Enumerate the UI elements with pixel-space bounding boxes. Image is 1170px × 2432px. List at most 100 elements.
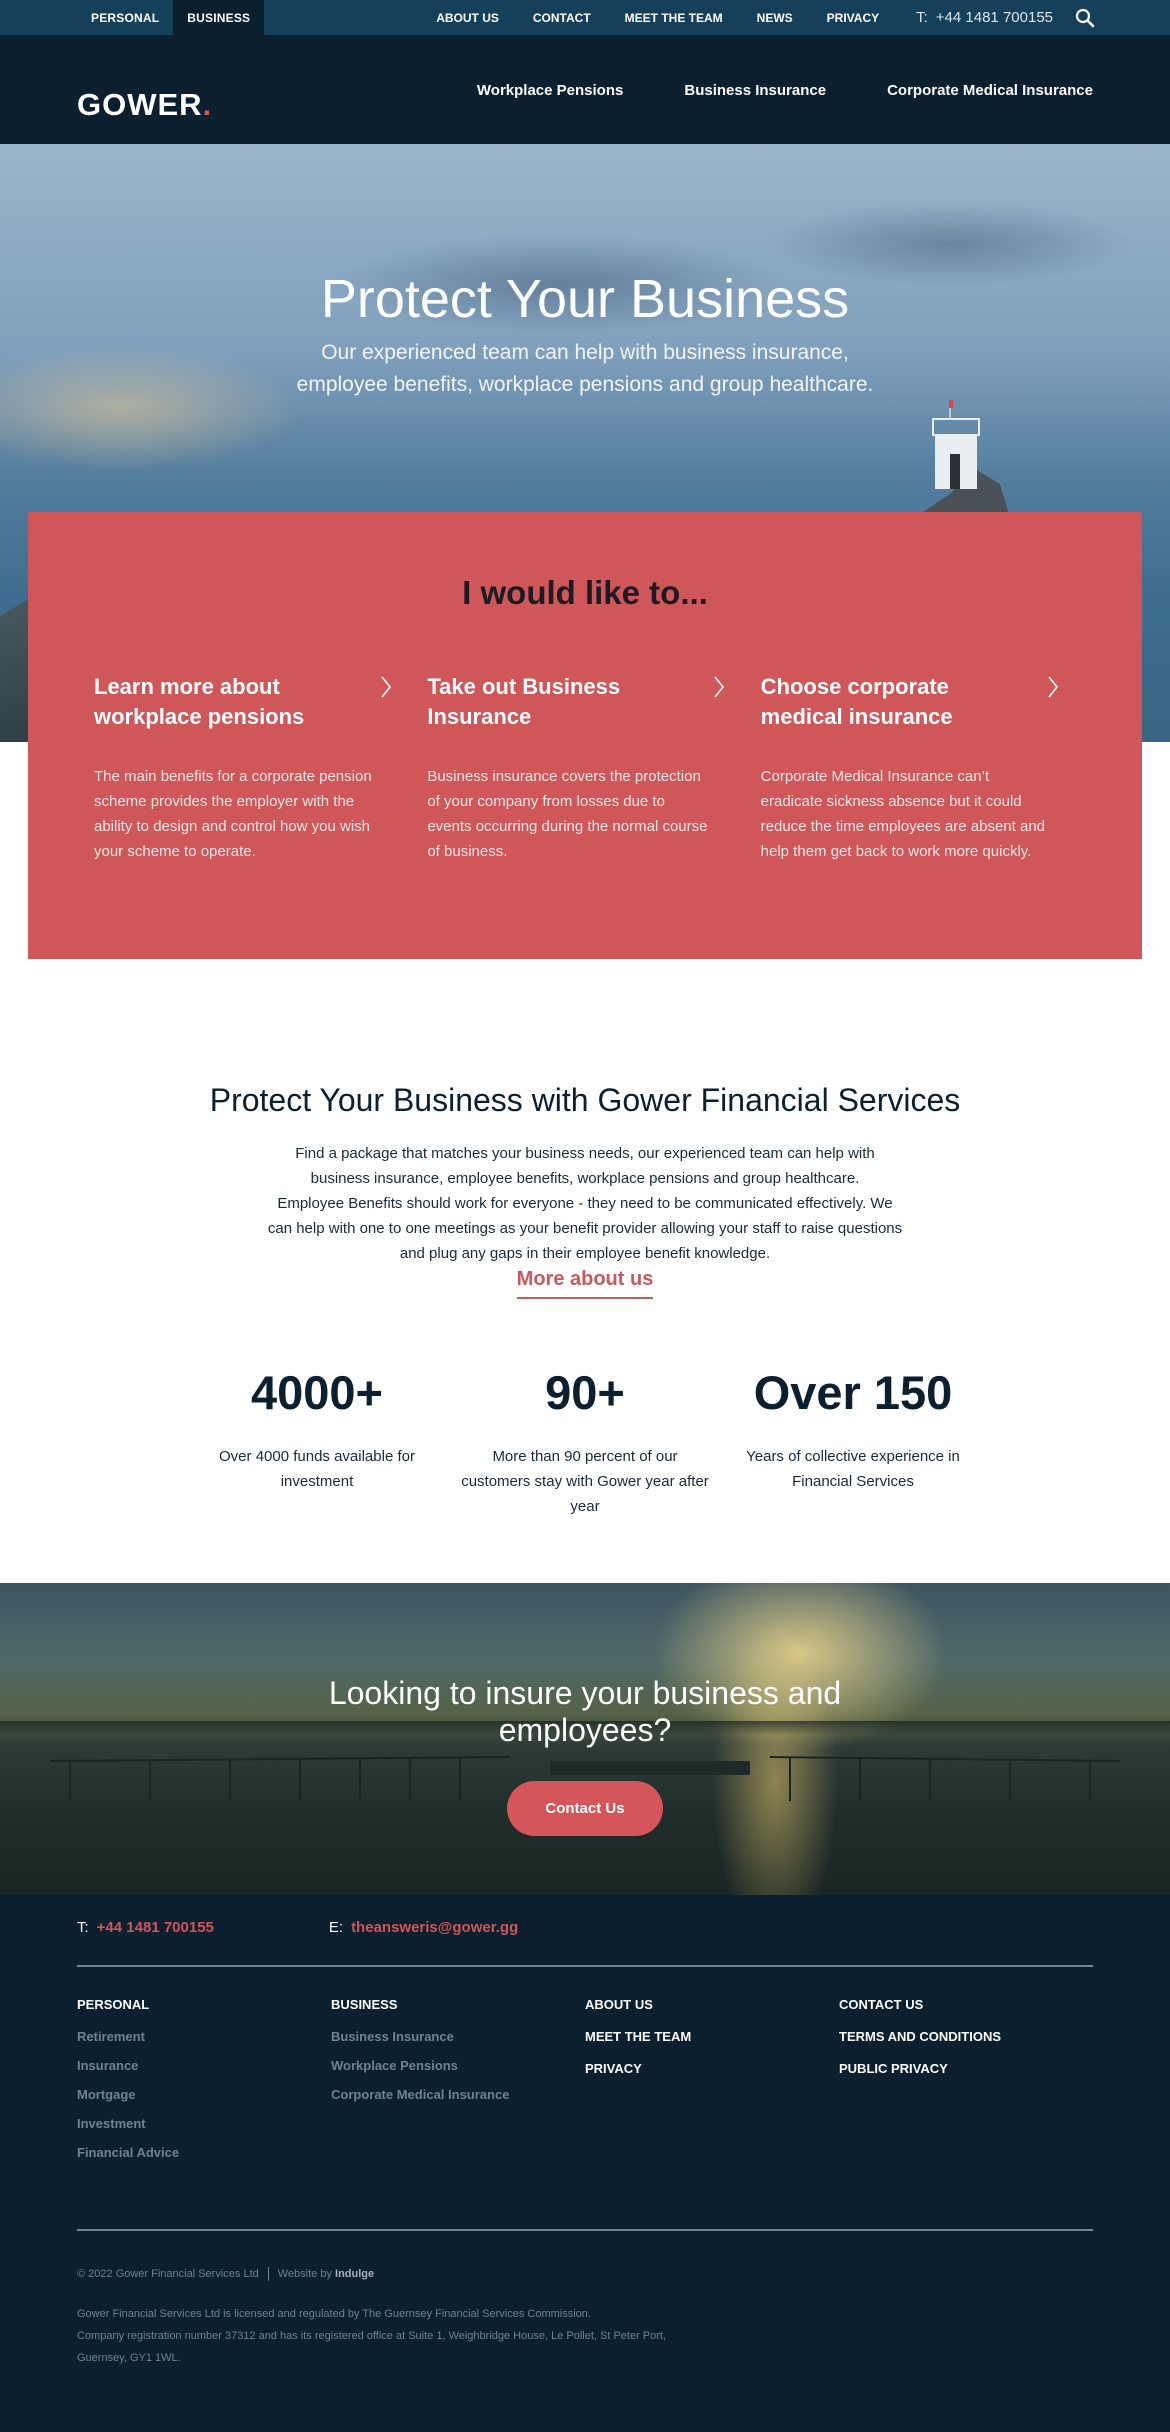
util-link-privacy[interactable]: PRIVACY: [827, 11, 879, 25]
footer-link-business-insurance[interactable]: Business Insurance: [331, 2029, 585, 2044]
footer-link-workplace-pensions[interactable]: Workplace Pensions: [331, 2058, 585, 2073]
legal-text: Gower Financial Services Ltd is licensed…: [77, 2303, 666, 2369]
footer-link-retirement[interactable]: Retirement: [77, 2029, 331, 2044]
more-about-us-link[interactable]: More about us: [516, 1268, 654, 1299]
footer-link-public-privacy[interactable]: PUBLIC PRIVACY: [839, 2061, 1093, 2076]
footer-link-meet-the-team[interactable]: MEET THE TEAM: [585, 2029, 839, 2044]
intro-heading: Protect Your Business with Gower Financi…: [209, 1082, 961, 1118]
footer-phone: T: +44 1481 700155: [77, 1919, 214, 1965]
cta-heading-line2: employees?: [498, 1712, 672, 1748]
footer-link-mortgage[interactable]: Mortgage: [77, 2087, 331, 2102]
footer-heading-business[interactable]: BUSINESS: [331, 1997, 585, 2012]
footer-phone-link[interactable]: +44 1481 700155: [97, 1919, 214, 1965]
logo-text: GOWER: [77, 87, 203, 122]
stats-row: 4000+ Over 4000 funds available for inve…: [0, 1369, 1170, 1583]
hero-content: Protect Your Business Our experienced te…: [0, 269, 1170, 401]
hero-subtitle: Our experienced team can help with busin…: [0, 337, 1170, 401]
chevron-right-icon: [714, 676, 725, 698]
footer-link-insurance[interactable]: Insurance: [77, 2058, 331, 2073]
nav-corporate-medical-insurance[interactable]: Corporate Medical Insurance: [887, 82, 1093, 99]
copyright-text: © 2022 Gower Financial Services Ltd: [77, 2268, 259, 2280]
option-card-workplace-pensions[interactable]: Learn more about workplace pensions The …: [94, 672, 427, 864]
panel-title: I would like to...: [462, 574, 708, 611]
util-link-contact[interactable]: CONTACT: [533, 11, 591, 25]
card-body: The main benefits for a corporate pensio…: [94, 768, 372, 860]
footer-link-about-us[interactable]: ABOUT US: [585, 1997, 839, 2012]
option-card-business-insurance[interactable]: Take out Business Insurance Business ins…: [427, 672, 760, 864]
intro-text: Find a package that matches your busines…: [265, 1141, 905, 1266]
intro-paragraph-2: Employee Benefits should work for everyo…: [267, 1195, 903, 1262]
footer-link-contact-us[interactable]: CONTACT US: [839, 1997, 1093, 2012]
cta-heading-line1: Looking to insure your business and: [328, 1675, 842, 1711]
option-card-corporate-medical[interactable]: Choose corporate medical insurance Corpo…: [761, 672, 1094, 864]
copyright-separator: [267, 2267, 269, 2281]
agency-name: Indulge: [335, 2268, 375, 2280]
card-body: Business insurance covers the protection…: [427, 768, 708, 860]
stat-value: 4000+: [250, 1366, 383, 1419]
hero-subtitle-line1: Our experienced team can help with busin…: [321, 341, 849, 365]
i-would-like-to-panel: I would like to... Learn more about work…: [28, 512, 1142, 959]
utility-bar: PERSONAL BUSINESS ABOUT US CONTACT MEET …: [0, 0, 1170, 35]
main-header: GOWER. Workplace Pensions Business Insur…: [0, 35, 1170, 144]
logo-dot: .: [202, 87, 213, 122]
footer-col-business: BUSINESS Business Insurance Workplace Pe…: [331, 1997, 585, 2174]
footer-link-terms[interactable]: TERMS AND CONDITIONS: [839, 2029, 1093, 2044]
stat-description: Years of collective experience in Financ…: [746, 1448, 960, 1490]
search-icon[interactable]: [1075, 8, 1095, 28]
chevron-right-icon: [381, 676, 392, 698]
footer-link-financial-advice[interactable]: Financial Advice: [77, 2145, 331, 2160]
util-link-meet-the-team[interactable]: MEET THE TEAM: [625, 11, 723, 25]
card-title: Choose corporate medical insurance: [760, 674, 953, 729]
card-title: Learn more about workplace pensions: [94, 674, 305, 729]
site-footer: T: +44 1481 700155 E: theansweris@gower.…: [0, 1895, 1170, 2432]
footer-col-contact: CONTACT US TERMS AND CONDITIONS PUBLIC P…: [839, 1997, 1093, 2174]
tab-personal[interactable]: PERSONAL: [77, 0, 173, 35]
stat-description: More than 90 percent of our customers st…: [461, 1448, 709, 1515]
card-body: Corporate Medical Insurance can’t eradic…: [760, 768, 1045, 860]
card-title: Take out Business Insurance: [427, 674, 621, 729]
footer-link-privacy[interactable]: PRIVACY: [585, 2061, 839, 2076]
phone-label: T:: [916, 9, 928, 26]
footer-email: E: theansweris@gower.gg: [329, 1919, 518, 1965]
contact-cta-banner: Looking to insure your business and empl…: [0, 1583, 1170, 1895]
intro-paragraph-1: Find a package that matches your busines…: [295, 1145, 875, 1187]
hero-subtitle-line2: employee benefits, workplace pensions an…: [296, 373, 874, 397]
stat-value: 90+: [545, 1366, 625, 1419]
stat-item: 90+ More than 90 percent of our customer…: [451, 1369, 719, 1519]
stat-item: Over 150 Years of collective experience …: [719, 1369, 987, 1519]
util-link-about-us[interactable]: ABOUT US: [436, 11, 499, 25]
option-cards: Learn more about workplace pensions The …: [94, 672, 1094, 864]
stat-description: Over 4000 funds available for investment: [219, 1448, 415, 1490]
logo[interactable]: GOWER.: [77, 87, 212, 123]
topbar-phone: T: +44 1481 700155: [916, 9, 1053, 26]
footer-contact-row: T: +44 1481 700155 E: theansweris@gower.…: [77, 1895, 1093, 1965]
nav-workplace-pensions[interactable]: Workplace Pensions: [477, 82, 623, 99]
footer-columns: PERSONAL Retirement Insurance Mortgage I…: [77, 1967, 1093, 2174]
contact-us-button[interactable]: Contact Us: [507, 1781, 663, 1836]
footer-email-link[interactable]: theansweris@gower.gg: [351, 1919, 518, 1965]
stat-item: 4000+ Over 4000 funds available for inve…: [183, 1369, 451, 1519]
footer-heading-personal[interactable]: PERSONAL: [77, 1997, 331, 2012]
footer-col-about: ABOUT US MEET THE TEAM PRIVACY: [585, 1997, 839, 2174]
footer-divider-bottom: [77, 2229, 1093, 2231]
cta-heading: Looking to insure your business and empl…: [0, 1675, 1170, 1749]
utility-nav: ABOUT US CONTACT MEET THE TEAM NEWS PRIV…: [436, 0, 1170, 35]
nav-business-insurance[interactable]: Business Insurance: [684, 82, 826, 99]
footer-link-corporate-medical[interactable]: Corporate Medical Insurance: [331, 2087, 585, 2102]
hero-title: Protect Your Business: [320, 269, 850, 329]
tab-business[interactable]: BUSINESS: [173, 0, 265, 35]
footer-link-investment[interactable]: Investment: [77, 2116, 331, 2131]
agency-link[interactable]: Indulge: [335, 2268, 374, 2280]
util-link-news[interactable]: NEWS: [757, 11, 793, 25]
footer-phone-label: T:: [77, 1919, 89, 1936]
phone-link[interactable]: +44 1481 700155: [936, 9, 1053, 26]
stat-value: Over 150: [753, 1366, 953, 1419]
footer-col-personal: PERSONAL Retirement Insurance Mortgage I…: [77, 1997, 331, 2174]
copyright-row: © 2022 Gower Financial Services Ltd Webs…: [77, 2267, 374, 2281]
footer-email-label: E:: [328, 1919, 344, 1936]
legal-line-1: Gower Financial Services Ltd is licensed…: [77, 2308, 591, 2320]
legal-line-2: Company registration number 37312 and ha…: [77, 2330, 667, 2342]
legal-line-3: Guernsey, GY1 1WL.: [77, 2352, 181, 2364]
chevron-right-icon: [1048, 676, 1058, 698]
audience-switcher: PERSONAL BUSINESS: [77, 0, 265, 35]
